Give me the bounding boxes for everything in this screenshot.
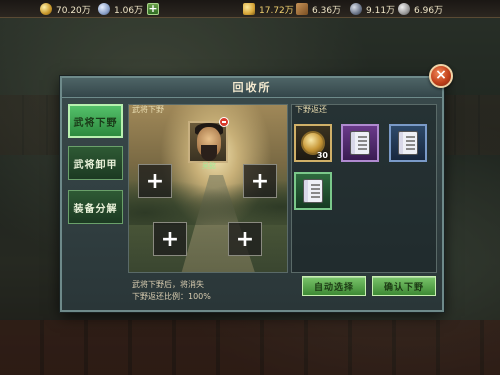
- dismiss-panel-heading: 武将下野: [132, 105, 164, 114]
- coin-icon: [40, 3, 52, 15]
- resource-value: 70.20万: [56, 5, 91, 16]
- recharge-button[interactable]: +: [147, 3, 159, 15]
- wood-icon: [296, 3, 308, 15]
- blue-book-icon: [398, 131, 418, 155]
- resource-value: 17.72万: [259, 5, 294, 16]
- resource-wood: 6.36万: [296, 2, 341, 16]
- grain-icon: [243, 3, 255, 15]
- resource-bar: 70.20万 1.06万 + 17.72万 6.36万 9.11万 6.96万: [0, 0, 500, 18]
- return-item[interactable]: 30: [294, 124, 332, 162]
- resource-iron: 9.11万: [350, 2, 395, 16]
- dismiss-note: 武将下野后，将消失: [132, 280, 204, 289]
- return-item[interactable]: [341, 124, 379, 162]
- iron-icon: [350, 3, 362, 15]
- close-button[interactable]: ×: [429, 64, 453, 88]
- tab-dismantle-equipment[interactable]: 装备分解: [68, 190, 123, 224]
- item-quantity: 30: [316, 151, 328, 160]
- resource-stone: 6.96万: [398, 2, 443, 16]
- stone-icon: [398, 3, 410, 15]
- portrait-beard: [201, 145, 217, 161]
- resource-value: 1.06万: [114, 5, 144, 16]
- return-item[interactable]: [389, 124, 427, 162]
- remove-general-icon[interactable]: [219, 117, 229, 127]
- return-ratio-note: 下野返还比例：100%: [132, 292, 211, 301]
- tab-retire-general[interactable]: 武将卸甲: [68, 146, 123, 180]
- return-item[interactable]: [294, 172, 332, 210]
- green-book-icon: [303, 179, 323, 203]
- silver-ingot-icon: [98, 3, 110, 15]
- add-general-slot[interactable]: +: [243, 164, 277, 198]
- general-name: 吴懿: [202, 162, 216, 170]
- auto-select-button[interactable]: 自动选择: [302, 276, 366, 296]
- dialog-title: 回收所: [62, 78, 442, 98]
- resource-value: 6.96万: [414, 5, 444, 16]
- resource-coin: 70.20万: [40, 2, 91, 16]
- add-general-slot[interactable]: +: [138, 164, 172, 198]
- resource-value: 9.11万: [366, 5, 396, 16]
- resource-grain: 17.72万: [243, 2, 294, 16]
- returns-panel-heading: 下野返还: [295, 105, 327, 114]
- resource-value: 6.36万: [312, 5, 342, 16]
- add-general-slot[interactable]: +: [228, 222, 262, 256]
- selected-general-portrait[interactable]: [188, 121, 228, 163]
- add-general-slot[interactable]: +: [153, 222, 187, 256]
- confirm-dismiss-button[interactable]: 确认下野: [372, 276, 436, 296]
- purple-book-icon: [350, 131, 370, 155]
- tab-dismiss-general[interactable]: 武将下野: [68, 104, 123, 138]
- resource-silver: 1.06万: [98, 2, 143, 16]
